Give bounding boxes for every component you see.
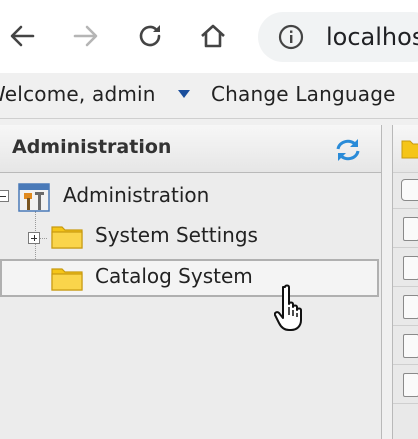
reload-button[interactable] — [132, 18, 168, 54]
tree-item-administration[interactable]: Administration — [0, 177, 379, 215]
app-header: Welcome, admin Change Language — [0, 73, 418, 119]
row-checkbox[interactable] — [403, 373, 418, 397]
tree-item-system-settings[interactable]: System Settings — [0, 217, 379, 255]
table-row[interactable] — [393, 326, 418, 365]
row-checkbox[interactable] — [403, 295, 418, 319]
back-button[interactable] — [4, 18, 40, 54]
folder-icon — [401, 140, 418, 159]
administration-panel: Administration Administration System Set… — [0, 125, 382, 439]
change-language-link[interactable]: Change Language — [211, 82, 396, 106]
table-row[interactable] — [393, 209, 418, 248]
toolbar-button[interactable] — [401, 179, 418, 201]
back-arrow-icon — [10, 25, 35, 47]
row-checkbox[interactable] — [403, 256, 418, 280]
tree-item-catalog-system[interactable]: Catalog System — [0, 259, 379, 297]
row-checkbox[interactable] — [403, 334, 418, 358]
welcome-text: Welcome, admin — [0, 82, 156, 106]
forward-button[interactable] — [68, 18, 104, 54]
folder-icon — [51, 268, 83, 291]
forward-arrow-icon — [73, 25, 98, 47]
user-dropdown-arrow-icon[interactable] — [178, 90, 190, 98]
info-icon[interactable] — [278, 24, 304, 50]
browser-toolbar: localhost — [0, 0, 418, 73]
reload-icon — [139, 25, 161, 47]
admin-tools-icon — [18, 183, 50, 212]
panel-header: Administration — [0, 125, 381, 173]
tree-item-label: Administration — [63, 183, 210, 207]
refresh-icon[interactable] — [333, 136, 363, 164]
table-row[interactable] — [393, 287, 418, 326]
address-text[interactable]: localhost — [326, 23, 418, 51]
tree-item-label: Catalog System — [95, 264, 253, 288]
folder-icon — [51, 226, 83, 249]
content-panel-header — [393, 125, 418, 173]
row-checkbox[interactable] — [403, 217, 418, 241]
address-bar[interactable]: localhost — [258, 12, 418, 62]
table-row[interactable] — [393, 248, 418, 287]
hand-cursor-icon — [274, 284, 302, 331]
expand-icon[interactable] — [28, 232, 40, 244]
tree-item-label: System Settings — [95, 223, 258, 247]
collapse-icon[interactable] — [0, 190, 9, 202]
home-icon — [201, 24, 225, 48]
table-row[interactable] — [393, 365, 418, 404]
content-panel — [392, 125, 418, 439]
home-button[interactable] — [195, 18, 231, 54]
content-toolbar — [393, 172, 418, 209]
panel-title: Administration — [12, 136, 172, 158]
